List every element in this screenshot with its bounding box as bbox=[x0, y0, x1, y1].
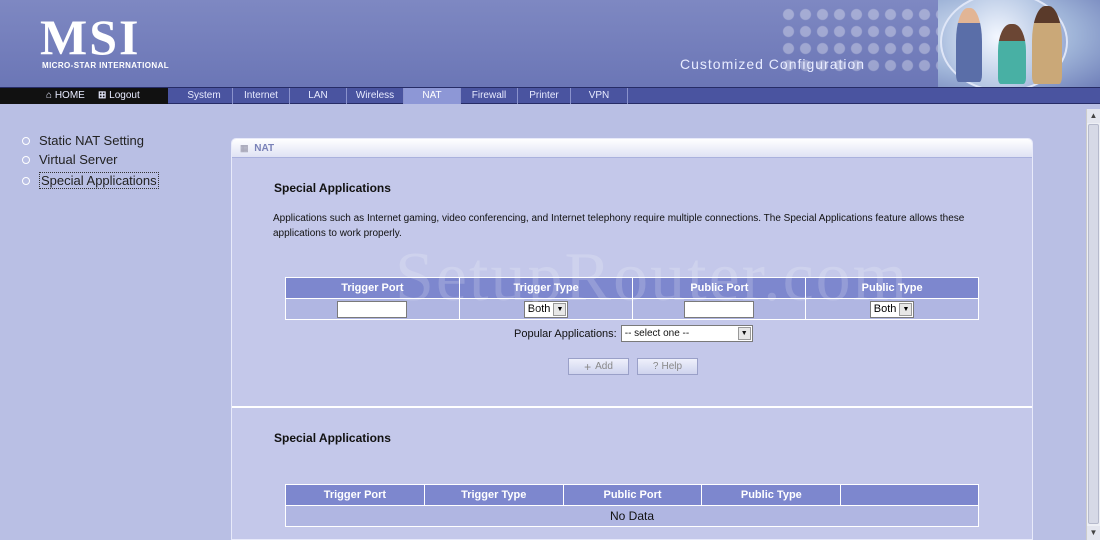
trigger-type-cell: Both ▼ bbox=[458, 298, 634, 320]
person-figure bbox=[956, 8, 982, 82]
special-app-list-table: Trigger Port Trigger Type Public Port Pu… bbox=[285, 484, 979, 527]
dropdown-arrow-icon: ▼ bbox=[553, 302, 567, 316]
sidebar-item-special-applications[interactable]: Special Applications bbox=[22, 172, 159, 189]
tab-printer[interactable]: Printer bbox=[518, 88, 571, 104]
sidebar-item-virtual-server[interactable]: Virtual Server bbox=[22, 152, 118, 167]
col-header-public-port: Public Port bbox=[562, 484, 703, 506]
col-header-trigger-port: Trigger Port bbox=[285, 277, 460, 299]
col-header-trigger-port: Trigger Port bbox=[285, 484, 425, 506]
logo-subtitle: MICRO-STAR INTERNATIONAL bbox=[42, 61, 170, 70]
vertical-scrollbar[interactable]: ▲ ▼ bbox=[1086, 109, 1100, 540]
panel-header-icon: ▦ bbox=[240, 143, 249, 153]
tab-nat[interactable]: NAT bbox=[404, 88, 461, 104]
popular-applications-select[interactable]: -- select one -- ▼ bbox=[620, 325, 753, 342]
public-type-cell: Both ▼ bbox=[805, 298, 979, 320]
radio-bullet-icon bbox=[22, 136, 30, 145]
radio-bullet-icon bbox=[22, 176, 30, 185]
section-title: Special Applications bbox=[274, 181, 391, 195]
header-banner: MSI MICRO-STAR INTERNATIONAL Customized … bbox=[0, 0, 1100, 87]
header-photo bbox=[938, 0, 1100, 87]
scroll-up-icon[interactable]: ▲ bbox=[1087, 109, 1100, 123]
dropdown-arrow-icon: ▼ bbox=[737, 327, 751, 340]
home-link[interactable]: ⌂ HOME bbox=[46, 88, 85, 104]
col-header-trigger-type: Trigger Type bbox=[458, 277, 634, 299]
scroll-thumb[interactable] bbox=[1088, 124, 1099, 524]
trigger-type-select[interactable]: Both ▼ bbox=[523, 300, 569, 318]
dropdown-arrow-icon: ▼ bbox=[899, 302, 913, 316]
help-button[interactable]: ? Help bbox=[637, 358, 698, 375]
panel-header: ▦ NAT bbox=[232, 139, 1032, 158]
section-divider bbox=[232, 406, 1032, 408]
col-header-public-type: Public Type bbox=[805, 277, 979, 299]
no-data-cell: No Data bbox=[285, 505, 979, 527]
add-button[interactable]: + Add bbox=[568, 358, 629, 375]
section-description: Applications such as Internet gaming, vi… bbox=[273, 213, 965, 239]
col-header-actions bbox=[840, 484, 979, 506]
tab-lan[interactable]: LAN bbox=[290, 88, 347, 104]
tab-wireless[interactable]: Wireless bbox=[347, 88, 404, 104]
tab-firewall[interactable]: Firewall bbox=[461, 88, 518, 104]
special-app-form-table: Trigger Port Trigger Type Public Port Pu… bbox=[285, 277, 979, 320]
logout-link[interactable]: ⊞ Logout bbox=[98, 88, 140, 104]
person-figure bbox=[998, 24, 1026, 84]
tab-vpn[interactable]: VPN bbox=[571, 88, 628, 104]
person-figure bbox=[1032, 6, 1062, 84]
popular-applications-label: Popular Applications: bbox=[514, 327, 617, 340]
public-type-select[interactable]: Both ▼ bbox=[869, 300, 915, 318]
msi-logo: MSI bbox=[40, 9, 141, 65]
col-header-public-type: Public Type bbox=[701, 484, 842, 506]
help-icon: ? bbox=[652, 361, 659, 372]
popular-applications-row: Popular Applications: -- select one -- ▼ bbox=[514, 325, 753, 342]
top-nav: ⌂ HOME ⊞ Logout System Internet LAN Wire… bbox=[0, 87, 1100, 104]
radio-bullet-icon bbox=[22, 155, 30, 164]
public-port-input[interactable] bbox=[684, 300, 755, 318]
header-caption: Customized Configuration bbox=[680, 56, 866, 72]
public-port-cell bbox=[632, 298, 807, 320]
photo-circle bbox=[940, 0, 1068, 87]
nav-home-logout: ⌂ HOME ⊞ Logout bbox=[0, 88, 168, 104]
col-header-trigger-type: Trigger Type bbox=[423, 484, 564, 506]
logout-icon: ⊞ bbox=[98, 90, 107, 101]
trigger-port-input[interactable] bbox=[337, 300, 408, 318]
sidebar-item-static-nat[interactable]: Static NAT Setting bbox=[22, 133, 144, 148]
scroll-down-icon[interactable]: ▼ bbox=[1087, 526, 1100, 540]
tab-internet[interactable]: Internet bbox=[233, 88, 290, 104]
trigger-port-cell bbox=[285, 298, 460, 320]
home-icon: ⌂ bbox=[46, 90, 53, 101]
tab-system[interactable]: System bbox=[176, 88, 233, 104]
section-title: Special Applications bbox=[274, 431, 391, 445]
col-header-public-port: Public Port bbox=[632, 277, 807, 299]
plus-icon: + bbox=[584, 359, 592, 374]
nat-panel: ▦ NAT Special Applications Applications … bbox=[231, 138, 1033, 540]
